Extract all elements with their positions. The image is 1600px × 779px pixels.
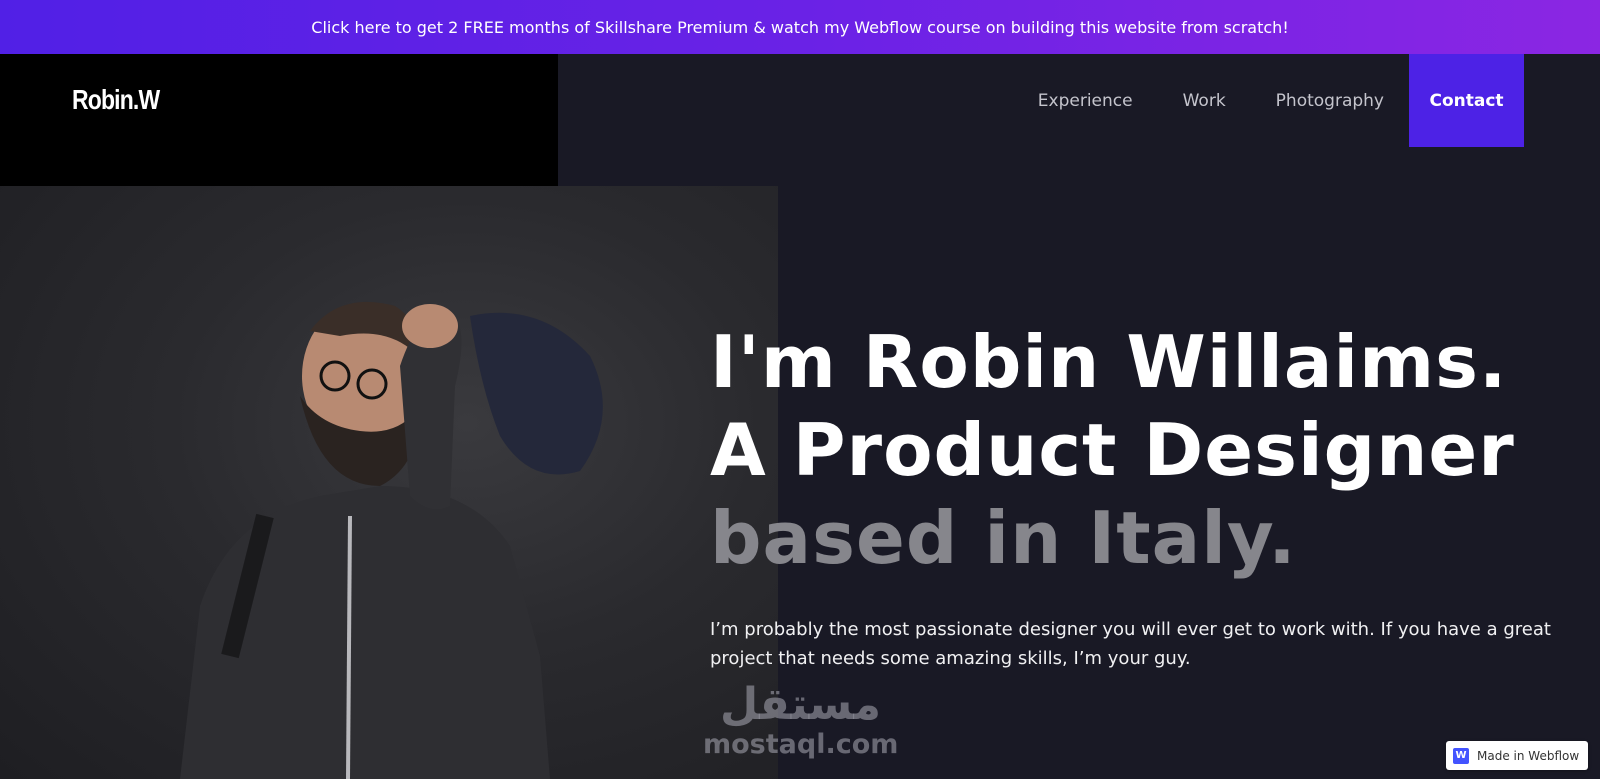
headline-line-role: A Product Designer xyxy=(710,408,1515,492)
site-logo[interactable]: Robin.W xyxy=(72,84,160,116)
main-nav: Experience Work Photography Contact xyxy=(1013,54,1524,147)
webflow-icon: W xyxy=(1453,747,1469,764)
promo-banner-link[interactable]: Click here to get 2 FREE months of Skill… xyxy=(0,0,1600,54)
watermark-latin: mostaql.com xyxy=(703,729,899,760)
hero-portrait-photo xyxy=(0,186,778,779)
watermark-arabic: مستقل xyxy=(720,679,881,730)
nav-experience[interactable]: Experience xyxy=(1013,54,1158,147)
nav-work[interactable]: Work xyxy=(1158,54,1251,147)
mostaql-watermark: مستقل mostaql.com xyxy=(703,680,898,760)
hero-headline: I'm Robin Willaims. A Product Designer b… xyxy=(710,318,1570,582)
headline-line-name: I'm Robin Willaims. xyxy=(710,320,1508,404)
hero-intro-text: I’m probably the most passionate designe… xyxy=(710,619,1551,669)
headline-line-location: based in Italy. xyxy=(710,496,1297,580)
logo-block: Robin.W xyxy=(0,54,558,186)
made-in-webflow-badge[interactable]: W Made in Webflow xyxy=(1446,741,1588,770)
nav-contact-button[interactable]: Contact xyxy=(1409,54,1524,147)
portrait-illustration xyxy=(180,301,603,779)
webflow-badge-label: Made in Webflow xyxy=(1477,748,1580,763)
nav-photography[interactable]: Photography xyxy=(1251,54,1409,147)
